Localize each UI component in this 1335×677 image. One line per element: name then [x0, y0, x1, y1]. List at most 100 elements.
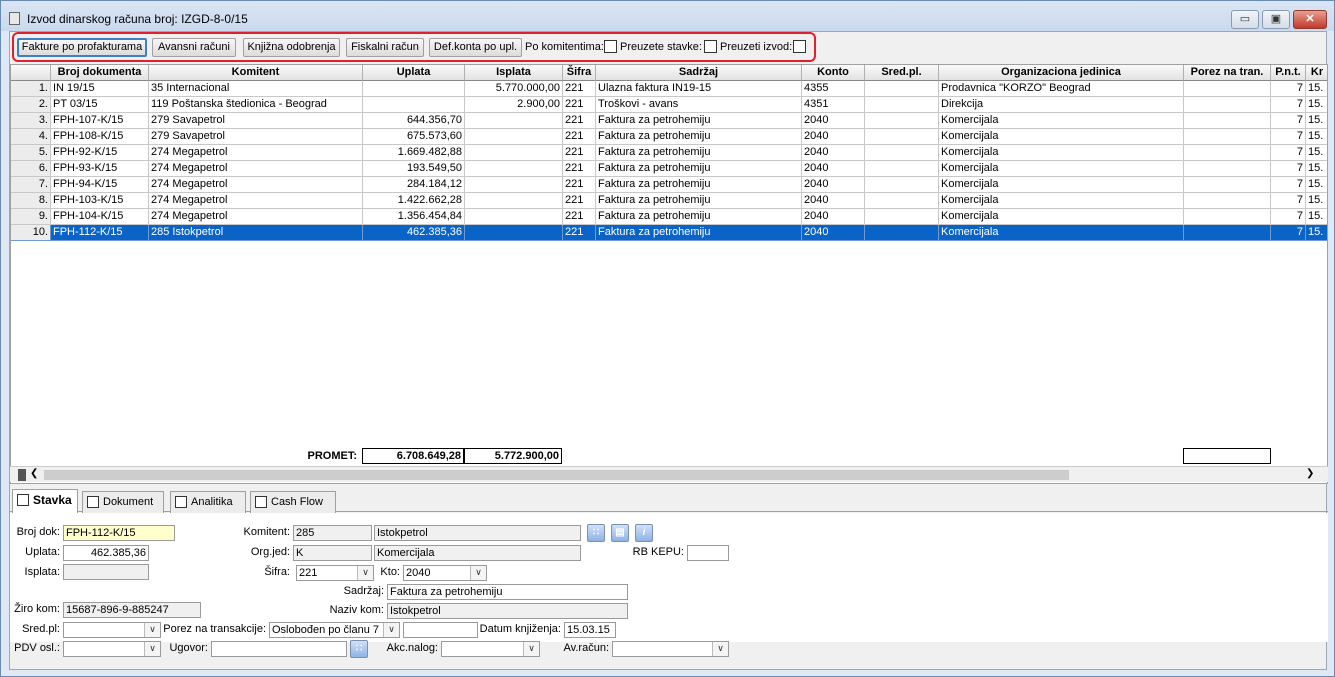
po-komitentima-checkbox[interactable]	[604, 40, 617, 53]
table-cell[interactable]: 7	[1271, 209, 1306, 225]
table-cell[interactable]	[865, 113, 939, 129]
table-cell[interactable]: Komercijala	[939, 145, 1184, 161]
table-cell[interactable]: FPH-93-K/15	[51, 161, 149, 177]
preuzeti-izvod-checkbox[interactable]	[793, 40, 806, 53]
fiskalni-racun-button[interactable]: Fiskalni račun	[346, 38, 424, 57]
table-cell[interactable]: 2040	[802, 161, 865, 177]
table-cell[interactable]: 35 Internacional	[149, 81, 363, 97]
table-cell[interactable]	[1184, 81, 1271, 97]
horizontal-scrollbar[interactable]: ❮ ❯	[10, 466, 1328, 482]
table-row[interactable]: 1. IN 19/15 35 Internacional 5.770.000,00 22…	[11, 81, 1327, 97]
ugovor-lookup-icon[interactable]: ∷	[350, 640, 368, 658]
table-cell[interactable]: IN 19/15	[51, 81, 149, 97]
table-cell[interactable]	[865, 225, 939, 241]
table-cell[interactable]	[465, 113, 563, 129]
table-row[interactable]: 8. FPH-103-K/15 274 Megapetrol 1.422.662,28…	[11, 193, 1327, 209]
table-cell[interactable]: Prodavnica "KORZO" Beograd	[939, 81, 1184, 97]
scroll-left-arrow-icon[interactable]: ❮	[30, 468, 38, 479]
table-row[interactable]: 6. FPH-93-K/15 274 Megapetrol 193.549,50 221…	[11, 161, 1327, 177]
table-cell[interactable]	[865, 209, 939, 225]
table-row[interactable]: 2. PT 03/15 119 Poštanska štedionica - Beo…	[11, 97, 1327, 113]
column-header[interactable]: Kr	[1306, 65, 1327, 81]
table-cell[interactable]: 285 Istokpetrol	[149, 225, 363, 241]
rb-kepu-field[interactable]	[687, 545, 729, 561]
table-cell[interactable]: 15.	[1306, 97, 1327, 113]
table-cell[interactable]: 221	[563, 81, 596, 97]
column-header[interactable]: P.n.t.	[1271, 65, 1306, 81]
porez-combo[interactable]: Oslobođen po članu 7 ∨	[269, 622, 400, 638]
table-cell[interactable]	[465, 161, 563, 177]
table-cell[interactable]: FPH-92-K/15	[51, 145, 149, 161]
tab-analitika[interactable]: Analitika	[170, 491, 246, 513]
chevron-down-icon[interactable]: ∨	[523, 642, 539, 656]
avansni-racuni-button[interactable]: Avansni računi	[152, 38, 236, 57]
ziro-kom-field[interactable]: 15687-896-9-885247	[63, 602, 201, 618]
chevron-down-icon[interactable]: ∨	[357, 566, 373, 580]
chevron-down-icon[interactable]: ∨	[383, 623, 399, 637]
org-jed-id-field[interactable]: K	[293, 545, 372, 561]
data-grid[interactable]: Broj dokumenta Komitent Uplata Isplata Šifra…	[10, 64, 1328, 484]
table-cell[interactable]: 4351	[802, 97, 865, 113]
porez-extra-field[interactable]	[403, 622, 478, 638]
table-cell[interactable]: 7	[1271, 193, 1306, 209]
table-cell[interactable]: 7	[1271, 97, 1306, 113]
table-cell[interactable]: 675.573,60	[363, 129, 465, 145]
table-cell[interactable]: Faktura za petrohemiju	[596, 177, 802, 193]
column-header[interactable]: Isplata	[465, 65, 563, 81]
av-racun-combo[interactable]: ∨	[612, 641, 729, 657]
table-cell[interactable]: 2040	[802, 225, 865, 241]
table-row[interactable]: 3. FPH-107-K/15 279 Savapetrol 644.356,70 22…	[11, 113, 1327, 129]
table-cell[interactable]: 2040	[802, 209, 865, 225]
table-cell[interactable]: Faktura za petrohemiju	[596, 161, 802, 177]
table-cell[interactable]: 7	[1271, 177, 1306, 193]
table-cell[interactable]: 274 Megapetrol	[149, 177, 363, 193]
table-cell[interactable]: 274 Megapetrol	[149, 145, 363, 161]
sadrzaj-field[interactable]: Faktura za petrohemiju	[387, 584, 628, 600]
komitent-id-field[interactable]: 285	[293, 525, 372, 541]
table-cell[interactable]: Komercijala	[939, 177, 1184, 193]
table-cell[interactable]: 221	[563, 129, 596, 145]
table-cell[interactable]: 644.356,70	[363, 113, 465, 129]
table-cell[interactable]: 221	[563, 161, 596, 177]
table-cell[interactable]: Faktura za petrohemiju	[596, 225, 802, 241]
table-cell[interactable]: 221	[563, 145, 596, 161]
table-row[interactable]: 10. FPH-112-K/15 285 Istokpetrol 462.385,36…	[11, 225, 1327, 241]
sifra-combo[interactable]: 221 ∨	[296, 565, 374, 581]
datum-knjizenja-field[interactable]: 15.03.15	[564, 622, 616, 638]
table-cell[interactable]: 221	[563, 225, 596, 241]
preuzete-stavke-checkbox[interactable]	[704, 40, 717, 53]
table-cell[interactable]: 7	[1271, 81, 1306, 97]
table-cell[interactable]: 284.184,12	[363, 177, 465, 193]
table-cell[interactable]: Faktura za petrohemiju	[596, 145, 802, 161]
table-cell[interactable]	[1184, 225, 1271, 241]
table-cell[interactable]	[465, 209, 563, 225]
scroll-right-arrow-icon[interactable]: ❯	[1306, 468, 1314, 479]
table-cell[interactable]: FPH-112-K/15	[51, 225, 149, 241]
column-header[interactable]: Organizaciona jedinica	[939, 65, 1184, 81]
column-header[interactable]: Broj dokumenta	[51, 65, 149, 81]
table-cell[interactable]: 119 Poštanska štedionica - Beograd	[149, 97, 363, 113]
table-cell[interactable]: Komercijala	[939, 193, 1184, 209]
fakture-po-profakturama-button[interactable]: Fakture po profakturama	[17, 38, 147, 57]
table-cell[interactable]: 15.	[1306, 177, 1327, 193]
akc-nalog-combo[interactable]: ∨	[441, 641, 540, 657]
tab-stavka[interactable]: Stavka	[12, 489, 78, 513]
table-cell[interactable]: FPH-103-K/15	[51, 193, 149, 209]
table-cell[interactable]: 274 Megapetrol	[149, 193, 363, 209]
table-cell[interactable]: Komercijala	[939, 209, 1184, 225]
table-cell[interactable]: 221	[563, 97, 596, 113]
def-konta-po-upl-button[interactable]: Def.konta po upl.	[429, 38, 522, 57]
table-cell[interactable]: 279 Savapetrol	[149, 129, 363, 145]
column-header[interactable]: Komitent	[149, 65, 363, 81]
uplata-field[interactable]: 462.385,36	[63, 545, 149, 561]
table-row[interactable]: 7. FPH-94-K/15 274 Megapetrol 284.184,12 221…	[11, 177, 1327, 193]
table-cell[interactable]	[865, 161, 939, 177]
table-cell[interactable]: 15.	[1306, 145, 1327, 161]
chevron-down-icon[interactable]: ∨	[144, 642, 160, 656]
table-cell[interactable]	[465, 177, 563, 193]
table-cell[interactable]	[465, 145, 563, 161]
tab-cash-flow[interactable]: Cash Flow	[250, 491, 336, 513]
table-cell[interactable]: PT 03/15	[51, 97, 149, 113]
table-cell[interactable]: Faktura za petrohemiju	[596, 193, 802, 209]
table-cell[interactable]: 15.	[1306, 161, 1327, 177]
